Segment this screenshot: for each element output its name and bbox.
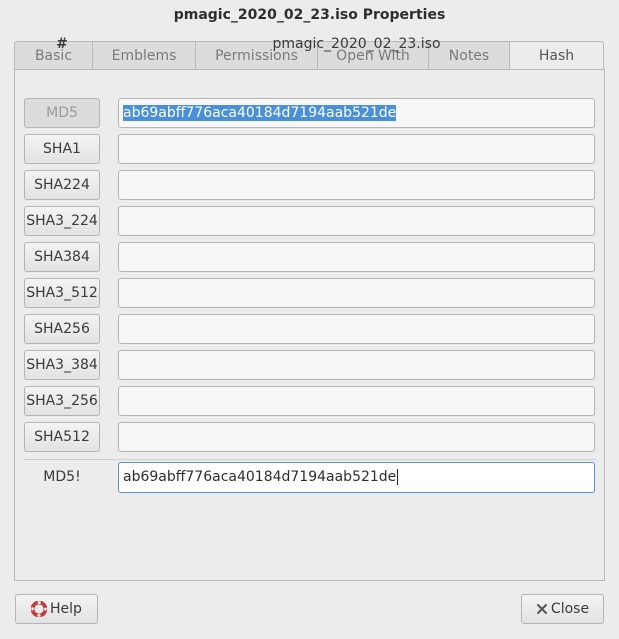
- md5-hash-value: ab69abff776aca40184d7194aab521de: [123, 105, 397, 121]
- sha3-512-button[interactable]: SHA3_512: [24, 278, 100, 308]
- sha3-512-hash-field[interactable]: [118, 278, 595, 308]
- verify-hash-input[interactable]: ab69abff776aca40184d7194aab521de: [118, 462, 595, 493]
- sha3-384-button[interactable]: SHA3_384: [24, 350, 100, 380]
- sha3-256-button[interactable]: SHA3_256: [24, 386, 100, 416]
- sha512-button[interactable]: SHA512: [24, 422, 100, 452]
- close-button[interactable]: Close: [521, 594, 604, 624]
- sha3-256-hash-field[interactable]: [118, 386, 595, 416]
- sha384-hash-field[interactable]: [118, 242, 595, 272]
- sha224-hash-field[interactable]: [118, 170, 595, 200]
- sha384-button[interactable]: SHA384: [24, 242, 100, 272]
- text-caret: [397, 469, 399, 485]
- window-title: pmagic_2020_02_23.iso Properties: [173, 7, 446, 23]
- md5-hash-field[interactable]: ab69abff776aca40184d7194aab521de: [118, 98, 595, 128]
- help-button[interactable]: Help: [15, 594, 98, 624]
- sha1-hash-field[interactable]: [118, 134, 595, 164]
- verify-label: MD5!: [43, 469, 81, 485]
- sha3-224-hash-field[interactable]: [118, 206, 595, 236]
- close-label: Close: [550, 601, 590, 617]
- separator: [24, 459, 596, 460]
- lifebuoy-icon: [31, 601, 48, 617]
- sha3-224-button[interactable]: SHA3_224: [24, 206, 100, 236]
- algorithm-column-header: #: [56, 36, 68, 52]
- sha3-384-hash-field[interactable]: [118, 350, 595, 380]
- help-label: Help: [50, 601, 82, 617]
- sha1-button[interactable]: SHA1: [24, 134, 100, 164]
- sha256-hash-field[interactable]: [118, 314, 595, 344]
- verify-hash-value: ab69abff776aca40184d7194aab521de: [123, 469, 397, 485]
- sha512-hash-field[interactable]: [118, 422, 595, 452]
- file-name-header: pmagic_2020_02_23.iso: [272, 36, 441, 52]
- sha224-button[interactable]: SHA224: [24, 170, 100, 200]
- close-icon: [536, 603, 548, 615]
- md5-button[interactable]: MD5: [24, 98, 100, 128]
- sha256-button[interactable]: SHA256: [24, 314, 100, 344]
